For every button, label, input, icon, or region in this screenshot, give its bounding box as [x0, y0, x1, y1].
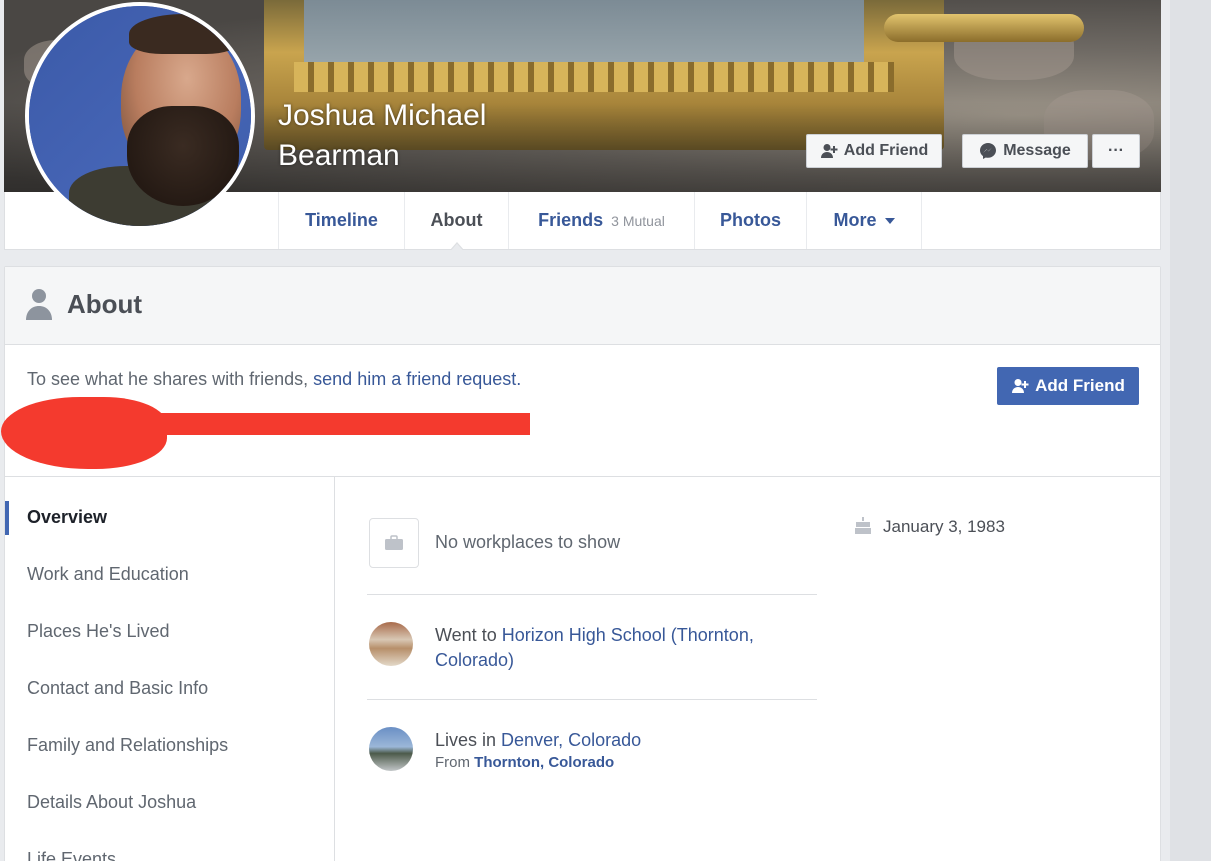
about-add-friend-label: Add Friend: [1035, 376, 1125, 395]
school-entry: Went to Horizon High School (Thornton, C…: [435, 623, 815, 673]
overview-divider: [367, 699, 817, 700]
person-icon: [26, 289, 52, 320]
friend-request-link[interactable]: send him a friend request.: [313, 369, 521, 389]
nav-details-about[interactable]: Details About Joshua: [27, 792, 196, 813]
tab-timeline[interactable]: Timeline: [278, 192, 404, 249]
active-section-indicator: [5, 501, 9, 535]
tab-more-label: More: [833, 210, 877, 230]
gutter-panel: [1170, 0, 1211, 861]
message-button[interactable]: Message: [962, 134, 1088, 168]
profile-picture-beard: [127, 106, 239, 206]
hometown-link[interactable]: Thornton, Colorado: [474, 754, 614, 771]
about-header: About: [5, 267, 1160, 345]
lives-prefix: Lives in: [435, 730, 502, 750]
active-tab-caret-icon: [449, 242, 464, 250]
about-side-nav: Overview Work and Education Places He's …: [5, 477, 335, 861]
tab-friends[interactable]: Friends 3 Mutual: [508, 192, 694, 249]
current-city-link[interactable]: Denver, Colorado: [501, 730, 641, 750]
school-link-continued[interactable]: Colorado): [435, 650, 514, 670]
more-options-button[interactable]: ···: [1092, 134, 1140, 168]
school-prefix: Went to: [435, 625, 502, 645]
message-label: Message: [1003, 142, 1071, 159]
cover-add-friend-button[interactable]: Add Friend: [806, 134, 942, 168]
no-workplaces-text: No workplaces to show: [435, 532, 621, 552]
profile-picture[interactable]: [25, 2, 255, 230]
lives-entry: Lives in Denver, Colorado From Thornton,…: [435, 728, 641, 773]
birthday-cake-icon: [855, 517, 871, 534]
redaction-mark: [1, 397, 167, 469]
nav-places-lived[interactable]: Places He's Lived: [27, 621, 170, 642]
nav-family-relationships[interactable]: Family and Relationships: [27, 735, 228, 756]
from-prefix: From: [435, 754, 475, 771]
tab-friends-label: Friends: [538, 210, 604, 230]
profile-name-line1: Joshua Michael: [278, 99, 487, 132]
add-friend-icon: [820, 144, 838, 158]
workplace-icon-box: [369, 518, 419, 568]
privacy-notice: To see what he shares with friends, send…: [27, 369, 521, 390]
overview-divider: [367, 594, 817, 595]
school-thumbnail[interactable]: [369, 622, 413, 666]
nav-life-events[interactable]: Life Events: [27, 849, 116, 861]
tab-more[interactable]: More: [806, 192, 922, 249]
messenger-icon: [980, 143, 997, 159]
profile-name[interactable]: Joshua Michael Bearman: [278, 96, 578, 176]
nav-contact-info[interactable]: Contact and Basic Info: [27, 678, 208, 699]
cover-ark-lid: [304, 0, 864, 70]
nav-overview[interactable]: Overview: [27, 507, 107, 528]
tab-friends-mutual-count: 3 Mutual: [611, 212, 665, 229]
cover-ark-rod: [884, 14, 1084, 42]
nav-work-education[interactable]: Work and Education: [27, 564, 189, 585]
school-link[interactable]: Horizon High School (Thornton,: [502, 625, 754, 645]
chevron-down-icon: [884, 217, 895, 224]
profile-name-line2: Bearman: [278, 139, 400, 172]
about-card: About To see what he shares with friends…: [1, 266, 1161, 861]
tab-photos[interactable]: Photos: [694, 192, 806, 249]
page-gutter: [1162, 0, 1211, 861]
more-options-icon: ···: [1108, 142, 1124, 159]
add-friend-icon: [1012, 379, 1029, 393]
cover-ark-rim: [294, 62, 894, 92]
birthday-text: January 3, 1983: [883, 517, 1005, 536]
profile-picture-hair: [129, 14, 239, 54]
city-thumbnail[interactable]: [369, 727, 413, 771]
about-add-friend-button[interactable]: Add Friend: [997, 367, 1139, 405]
tab-photos-label: Photos: [720, 210, 781, 230]
redaction-mark: [145, 413, 530, 435]
briefcase-icon: [385, 535, 403, 550]
privacy-text: To see what he shares with friends,: [27, 369, 314, 389]
tab-about[interactable]: About: [404, 192, 508, 250]
tab-timeline-label: Timeline: [305, 210, 378, 230]
about-title: About: [67, 289, 143, 319]
tab-about-label: About: [430, 210, 483, 230]
cover-add-friend-label: Add Friend: [843, 142, 929, 159]
